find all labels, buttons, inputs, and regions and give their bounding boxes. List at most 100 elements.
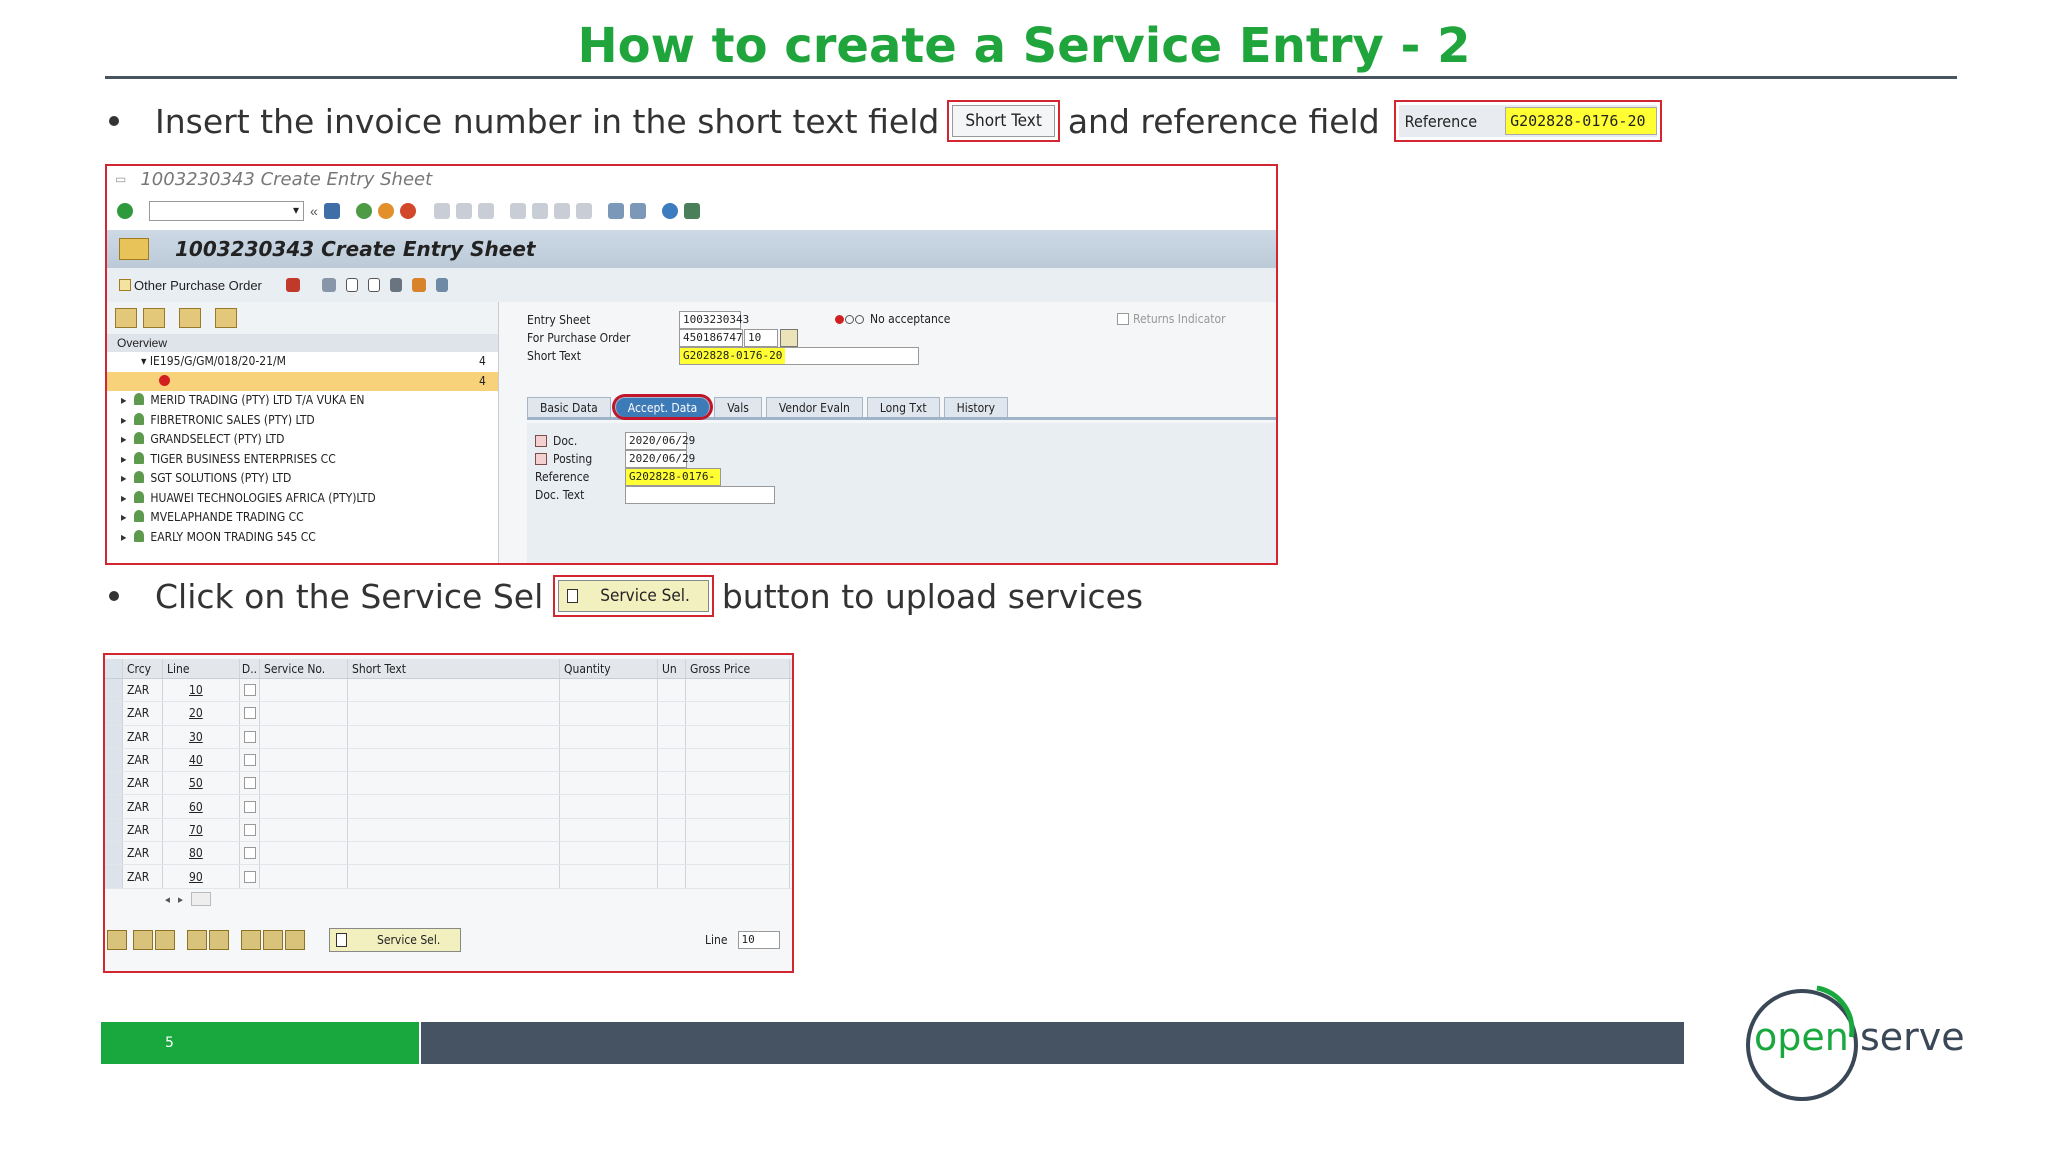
window-menu-icon[interactable]: ▭ xyxy=(115,172,126,186)
column-header[interactable]: Gross Price xyxy=(686,659,790,678)
print-icon[interactable] xyxy=(433,203,450,219)
row-selector[interactable] xyxy=(105,842,123,865)
service-no-cell[interactable] xyxy=(260,748,348,772)
column-header[interactable]: Line xyxy=(163,659,240,678)
next-page-icon[interactable] xyxy=(553,203,570,219)
copy-line-icon[interactable] xyxy=(241,930,261,950)
table-row[interactable]: ZAR 40 xyxy=(105,748,792,773)
line-number-link[interactable]: 10 xyxy=(167,683,203,697)
quantity-cell[interactable] xyxy=(560,702,658,725)
tab-history[interactable]: History xyxy=(943,397,1008,417)
returns-indicator-checkbox[interactable] xyxy=(1117,313,1129,325)
service-no-cell[interactable] xyxy=(260,725,348,748)
save-icon[interactable] xyxy=(323,203,340,219)
copy-doc-icon[interactable] xyxy=(367,278,380,292)
short-text-field[interactable]: G202828-0176-20 xyxy=(679,347,919,365)
gross-price-cell[interactable] xyxy=(686,679,790,702)
paste-line-icon[interactable] xyxy=(263,930,283,950)
unit-cell[interactable] xyxy=(658,702,686,725)
unit-cell[interactable] xyxy=(658,795,686,818)
service-sel-button[interactable]: Service Sel. xyxy=(329,928,461,952)
unit-cell[interactable] xyxy=(658,842,686,865)
line-number-link[interactable]: 50 xyxy=(167,776,203,790)
purchase-order-field[interactable]: 4501867471 xyxy=(679,329,749,347)
line-field[interactable]: 10 xyxy=(737,931,780,949)
delete-line-icon[interactable] xyxy=(209,930,229,950)
display-change-icon[interactable] xyxy=(285,278,300,292)
line-number-cell[interactable]: 50 xyxy=(163,772,240,795)
tree-node-vendor[interactable]: GRANDSELECT (PTY) LTD xyxy=(107,430,498,450)
back-icon[interactable] xyxy=(355,203,372,219)
new-session-icon[interactable] xyxy=(607,203,624,219)
tree-node-vendor[interactable]: TIGER BUSINESS ENTERPRISES CC xyxy=(107,450,498,470)
deletion-checkbox[interactable] xyxy=(243,847,256,860)
column-header[interactable]: Un xyxy=(658,659,686,678)
deletion-checkbox[interactable] xyxy=(243,823,256,836)
line-number-link[interactable]: 80 xyxy=(167,846,203,860)
column-header[interactable]: Short Text xyxy=(348,659,560,678)
table-row[interactable]: ZAR 50 xyxy=(105,772,792,796)
quantity-cell[interactable] xyxy=(560,679,658,702)
deselect-all-icon[interactable] xyxy=(133,930,153,950)
table-row[interactable]: ZAR 60 xyxy=(105,795,792,819)
quantity-cell[interactable] xyxy=(560,818,658,842)
service-no-cell[interactable] xyxy=(260,679,348,702)
service-no-cell[interactable] xyxy=(260,702,348,725)
line-number-link[interactable]: 40 xyxy=(167,753,203,767)
short-text-cell[interactable] xyxy=(348,748,560,772)
column-header[interactable]: Quantity xyxy=(560,659,658,678)
tree-node-vendor[interactable]: SGT SOLUTIONS (PTY) LTD xyxy=(107,469,498,489)
tree-settings-icon[interactable] xyxy=(215,308,237,328)
line-number-link[interactable]: 90 xyxy=(167,870,203,884)
shortcut-icon[interactable] xyxy=(629,203,646,219)
line-number-cell[interactable]: 30 xyxy=(163,725,240,748)
create-doc-icon[interactable] xyxy=(345,278,358,292)
service-no-cell[interactable] xyxy=(260,795,348,818)
deletion-checkbox[interactable] xyxy=(243,754,256,767)
gross-price-cell[interactable] xyxy=(686,842,790,865)
find-icon[interactable] xyxy=(455,203,472,219)
tree-node-vendor[interactable]: MVELAPHANDE TRADING CC xyxy=(107,508,498,528)
column-header[interactable]: Crcy xyxy=(123,659,163,678)
line-number-link[interactable]: 30 xyxy=(167,730,203,744)
service-no-cell[interactable] xyxy=(260,772,348,795)
table-row[interactable]: ZAR 80 xyxy=(105,842,792,866)
quantity-cell[interactable] xyxy=(560,865,658,888)
gross-price-cell[interactable] xyxy=(686,772,790,795)
short-text-cell[interactable] xyxy=(348,725,560,748)
tab-vals[interactable]: Vals xyxy=(714,397,762,417)
po-lookup-icon[interactable] xyxy=(780,329,798,347)
short-text-cell[interactable] xyxy=(348,795,560,818)
short-text-cell[interactable] xyxy=(348,772,560,795)
find-next-icon[interactable] xyxy=(477,203,494,219)
line-number-cell[interactable]: 40 xyxy=(163,748,240,772)
tree-node-vendor[interactable]: EARLY MOON TRADING 545 CC xyxy=(107,528,498,548)
gross-price-cell[interactable] xyxy=(686,818,790,842)
table-row[interactable]: ZAR 90 xyxy=(105,865,792,889)
tree-node-vendor[interactable]: MERID TRADING (PTY) LTD T/A VUKA EN xyxy=(107,391,498,411)
row-selector[interactable] xyxy=(105,748,123,772)
deletion-checkbox[interactable] xyxy=(243,707,256,720)
row-selector-header[interactable] xyxy=(105,659,123,678)
table-row[interactable]: ZAR 10 xyxy=(105,679,792,703)
table-row[interactable]: ZAR 30 xyxy=(105,725,792,749)
unit-cell[interactable] xyxy=(658,818,686,842)
service-no-cell[interactable] xyxy=(260,818,348,842)
short-text-cell[interactable] xyxy=(348,702,560,725)
row-selector[interactable] xyxy=(105,865,123,888)
lock-icon[interactable] xyxy=(389,278,402,292)
doc-text-field[interactable] xyxy=(625,486,775,504)
row-selector[interactable] xyxy=(105,772,123,795)
row-selector[interactable] xyxy=(105,818,123,842)
hold-icon[interactable] xyxy=(411,278,426,292)
line-number-link[interactable]: 70 xyxy=(167,823,203,837)
row-selector[interactable] xyxy=(105,725,123,748)
first-page-icon[interactable] xyxy=(509,203,526,219)
other-purchase-order-button[interactable]: Other Purchase Order xyxy=(119,278,262,293)
row-selector[interactable] xyxy=(105,702,123,725)
tree-node-purchase-order[interactable]: IE195/G/GM/018/20-21/M 4 xyxy=(107,352,498,372)
service-no-cell[interactable] xyxy=(260,842,348,865)
unit-cell[interactable] xyxy=(658,772,686,795)
deletion-checkbox[interactable] xyxy=(243,777,256,790)
service-no-cell[interactable] xyxy=(260,865,348,888)
